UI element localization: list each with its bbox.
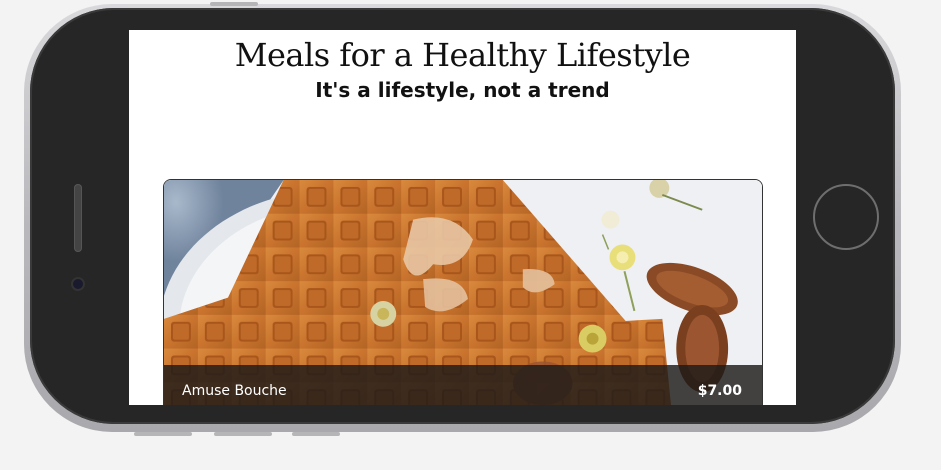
menu-item-name: Amuse Bouche (182, 383, 287, 399)
menu-item-card[interactable]: Amuse Bouche $7.00 (163, 179, 763, 405)
mute-switch (210, 2, 258, 6)
card-caption-bar: Amuse Bouche $7.00 (164, 365, 762, 405)
page-subtitle: It's a lifestyle, not a trend (315, 78, 610, 102)
front-camera-icon (73, 279, 83, 289)
speaker-grille (74, 184, 82, 252)
side-button (292, 432, 340, 436)
home-button[interactable] (813, 184, 879, 250)
phone-screen: Meals for a Healthy Lifestyle It's a lif… (129, 30, 796, 405)
page-title: Meals for a Healthy Lifestyle (234, 36, 691, 74)
menu-item-price: $7.00 (697, 383, 742, 399)
volume-down-button (134, 432, 192, 436)
volume-up-button (214, 432, 272, 436)
